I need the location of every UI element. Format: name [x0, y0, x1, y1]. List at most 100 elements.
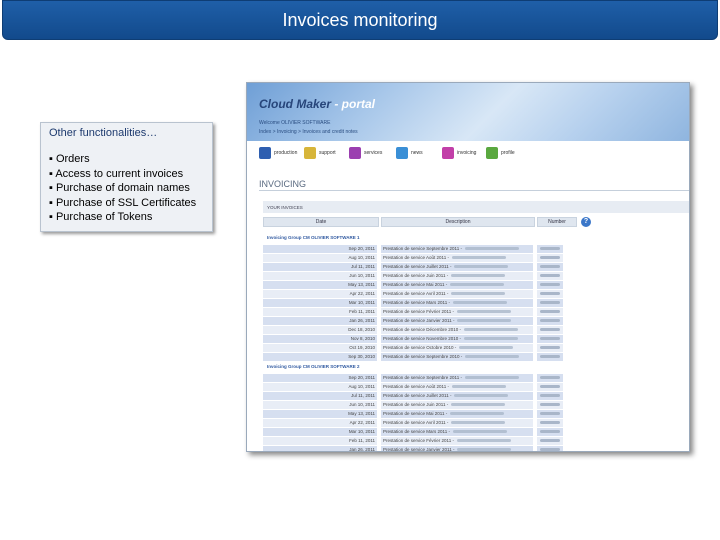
invoice-number[interactable] — [537, 326, 563, 334]
table-row[interactable]: Jan 26, 2011 Prestation de service Janvie… — [263, 446, 563, 451]
your-invoices-header: YOUR INVOICES — [263, 201, 689, 213]
redacted-number — [540, 439, 560, 442]
table-row[interactable]: Oct 19, 2010 Prestation de service Octobr… — [263, 344, 563, 352]
table-row[interactable]: Jul 11, 2011 Prestation de service Juille… — [263, 263, 563, 271]
invoice-number[interactable] — [537, 335, 563, 343]
invoice-number[interactable] — [537, 299, 563, 307]
menu-item-services[interactable]: services — [349, 146, 382, 160]
list-item: ▪ Access to current invoices — [49, 167, 184, 180]
redacted-number — [540, 319, 560, 322]
invoice-description: Prestation de service Juillet 2011 - — [381, 392, 533, 400]
invoice-description: Prestation de service Septembre 2011 - — [381, 374, 533, 382]
table-row[interactable]: Feb 11, 2011 Prestation de service Févrie… — [263, 437, 563, 445]
invoice-number[interactable] — [537, 383, 563, 391]
redacted-number — [540, 346, 560, 349]
invoice-number[interactable] — [537, 353, 563, 361]
column-header-description[interactable]: Description — [381, 217, 535, 227]
list-item: ▪ Orders — [49, 153, 90, 165]
menu-item-invoicing[interactable]: invoicing — [442, 146, 476, 160]
redacted-text — [450, 412, 505, 416]
invoice-description-text: Prestation de service Juin 2011 - — [383, 402, 449, 407]
redacted-text — [451, 292, 506, 296]
invoice-number[interactable] — [537, 344, 563, 352]
invoice-number[interactable] — [537, 263, 563, 271]
table-row[interactable]: Apr 22, 2011 Prestation de service Avril … — [263, 290, 563, 298]
table-row[interactable]: May 13, 2011 Prestation de service Mai 20… — [263, 281, 563, 289]
help-icon[interactable]: ? — [581, 217, 591, 227]
list-item: ▪ Purchase of SSL Certificates — [49, 196, 197, 209]
invoice-description: Prestation de service Mars 2011 - — [381, 299, 533, 307]
invoice-number[interactable] — [537, 374, 563, 382]
invoice-description-text: Prestation de service Juin 2011 - — [383, 273, 449, 278]
invoice-group-title: Invoicing Group CM OLIVIER SOFTWARE 2 — [267, 364, 360, 369]
invoice-number[interactable] — [537, 317, 563, 325]
redacted-number — [540, 355, 560, 358]
column-header-number[interactable]: Number — [537, 217, 577, 227]
page-title: INVOICING — [259, 179, 689, 191]
invoice-number[interactable] — [537, 281, 563, 289]
invoice-number[interactable] — [537, 437, 563, 445]
table-row[interactable]: Aug 10, 2011 Prestation de service Août 2… — [263, 254, 563, 262]
invoice-number[interactable] — [537, 428, 563, 436]
invoice-date: Dec 18, 2010 — [263, 326, 377, 334]
invoice-number[interactable] — [537, 419, 563, 427]
invoice-date: Jun 10, 2011 — [263, 401, 377, 409]
invoice-number[interactable] — [537, 290, 563, 298]
table-row[interactable]: Jun 10, 2011 Prestation de service Juin 2… — [263, 272, 563, 280]
invoice-number[interactable] — [537, 446, 563, 451]
menu-item-news[interactable]: news — [396, 146, 423, 160]
table-row[interactable]: Jun 10, 2011 Prestation de service Juin 2… — [263, 401, 563, 409]
table-row[interactable]: Apr 22, 2011 Prestation de service Avril … — [263, 419, 563, 427]
invoice-description-text: Prestation de service Janvier 2011 - — [383, 318, 455, 323]
redacted-text — [456, 439, 511, 443]
table-row[interactable]: Aug 10, 2011 Prestation de service Août 2… — [263, 383, 563, 391]
redacted-text — [451, 403, 506, 407]
redacted-number — [540, 421, 560, 424]
menu-item-production[interactable]: production — [259, 146, 297, 160]
table-row[interactable]: Feb 11, 2011 Prestation de service Févrie… — [263, 308, 563, 316]
table-row[interactable]: Sep 20, 2011 Prestation de service Septem… — [263, 374, 563, 382]
list-item: ▪ Purchase of Tokens — [49, 211, 153, 223]
invoice-description-text: Prestation de service Février 2011 - — [383, 309, 454, 314]
support-icon — [304, 147, 316, 159]
invoice-date: Feb 11, 2011 — [263, 437, 377, 445]
invoice-description-text: Prestation de service Septembre 2010 - — [383, 354, 463, 359]
table-row[interactable]: Dec 18, 2010 Prestation de service Décemb… — [263, 326, 563, 334]
table-row[interactable]: Jul 11, 2011 Prestation de service Juille… — [263, 392, 563, 400]
portal-logo[interactable]: Cloud Maker - portal — [259, 97, 375, 111]
breadcrumb[interactable]: Index > Invoicing > Invoices and credit … — [259, 129, 358, 135]
profile-icon — [486, 147, 498, 159]
redacted-text — [457, 319, 512, 323]
invoice-number[interactable] — [537, 308, 563, 316]
invoice-date: Jul 11, 2011 — [263, 392, 377, 400]
redacted-number — [540, 265, 560, 268]
table-row[interactable]: Mar 10, 2011 Prestation de service Mars 2… — [263, 428, 563, 436]
table-row[interactable]: May 13, 2011 Prestation de service Mai 20… — [263, 410, 563, 418]
table-row[interactable]: Mar 10, 2011 Prestation de service Mars 2… — [263, 299, 563, 307]
redacted-number — [540, 328, 560, 331]
invoice-description-text: Prestation de service Août 2011 - — [383, 384, 449, 389]
invoice-description: Prestation de service Février 2011 - — [381, 308, 533, 316]
redacted-text — [451, 421, 506, 425]
invoice-date: May 13, 2011 — [263, 410, 377, 418]
invoice-description-text: Prestation de service Septembre 2011 - — [383, 375, 462, 380]
menu-item-support[interactable]: support — [304, 146, 336, 160]
column-header-date[interactable]: Date — [263, 217, 379, 227]
invoice-number[interactable] — [537, 410, 563, 418]
invoice-number[interactable] — [537, 272, 563, 280]
invoice-date: Sep 20, 2011 — [263, 374, 377, 382]
table-row[interactable]: Nov 8, 2010 Prestation de service Novembr… — [263, 335, 563, 343]
menu-item-profile[interactable]: profile — [486, 146, 515, 160]
table-row[interactable]: Sep 20, 2011 Prestation de service Septem… — [263, 245, 563, 253]
invoice-number[interactable] — [537, 401, 563, 409]
invoice-number[interactable] — [537, 245, 563, 253]
invoice-number[interactable] — [537, 392, 563, 400]
welcome-text: Welcome OLIVIER SOFTWARE — [259, 120, 331, 126]
table-row[interactable]: Jan 26, 2011 Prestation de service Janvie… — [263, 317, 563, 325]
table-row[interactable]: Sep 30, 2010 Prestation de service Septem… — [263, 353, 563, 361]
invoice-number[interactable] — [537, 254, 563, 262]
redacted-number — [540, 448, 560, 451]
redacted-number — [540, 247, 560, 250]
menu-item-label: support — [319, 150, 336, 156]
invoice-description: Prestation de service Janvier 2011 - — [381, 317, 533, 325]
